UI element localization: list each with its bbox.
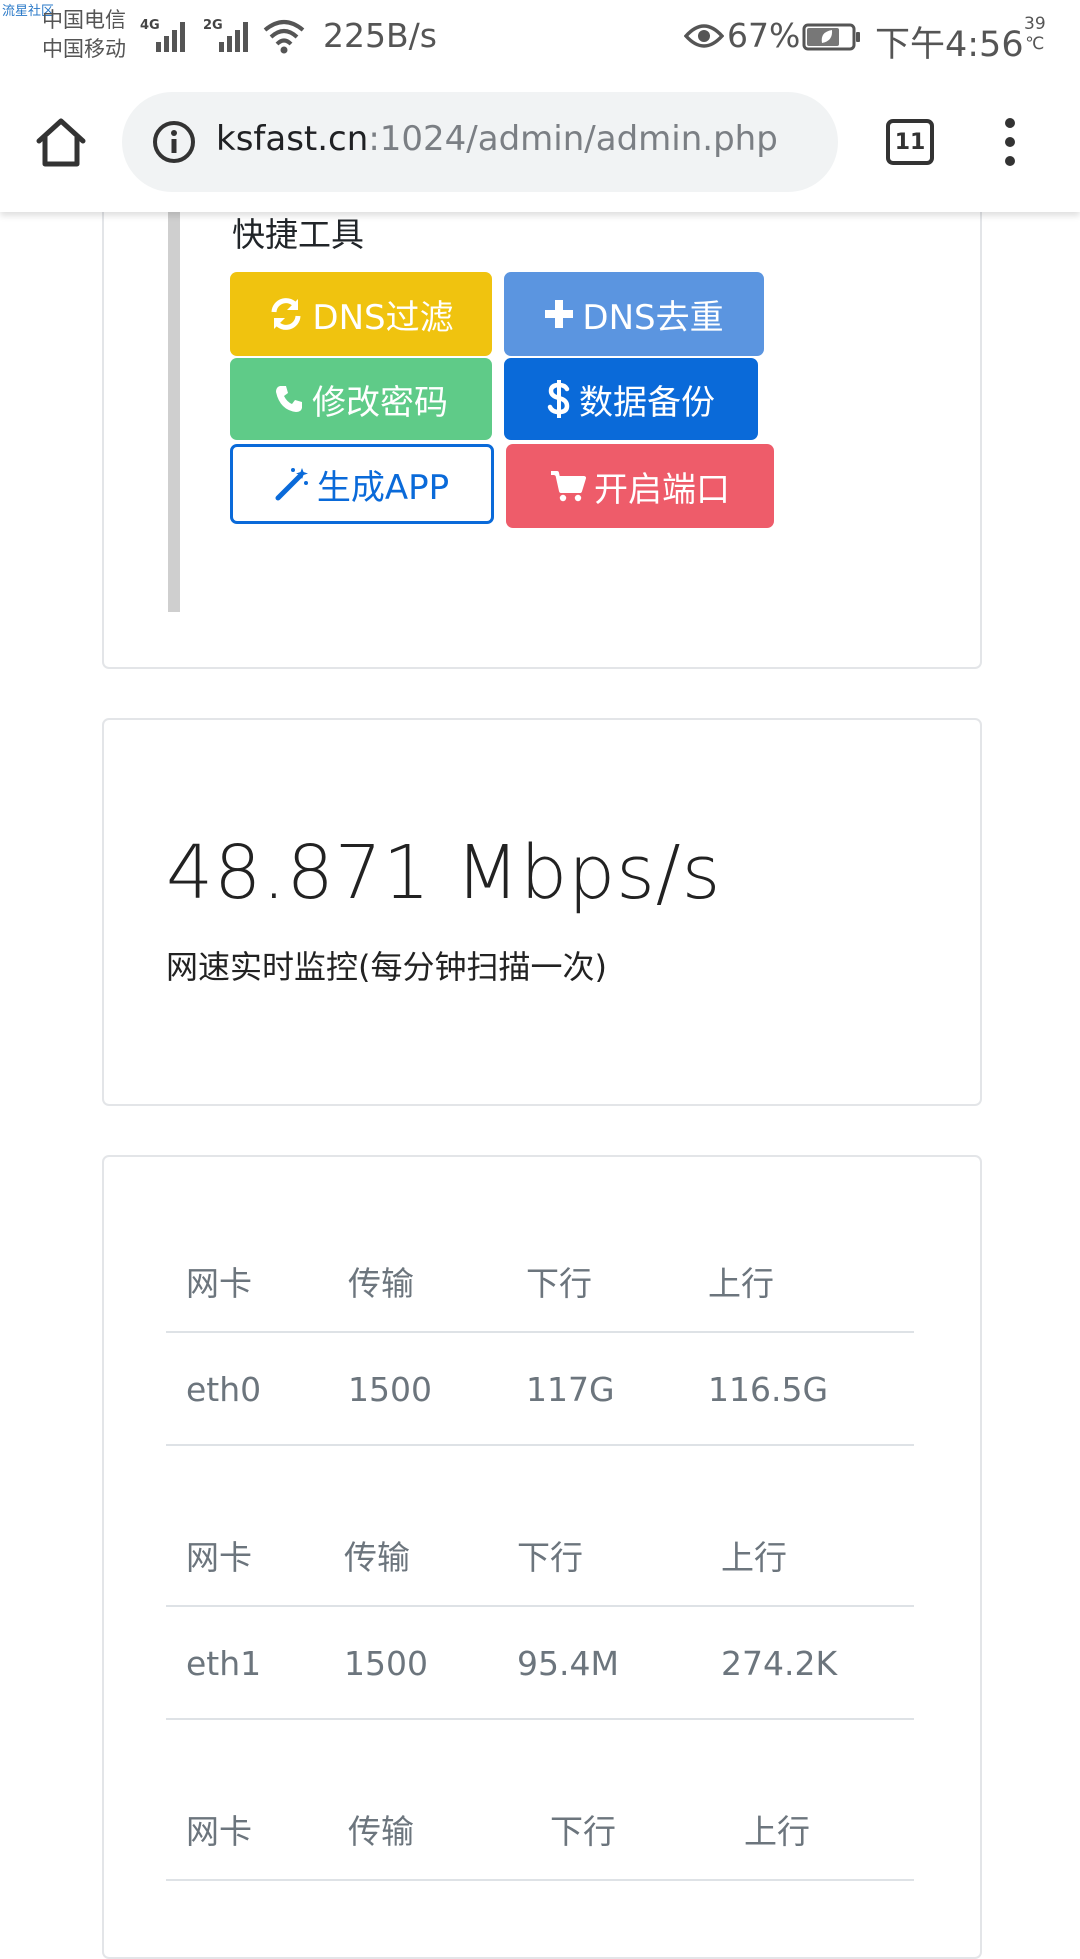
refresh-icon: [271, 298, 301, 330]
carrier-1: 中国电信: [42, 8, 126, 32]
row-divider: [166, 1879, 914, 1881]
header-mtu: 传输: [348, 1812, 414, 1851]
temperature-value: 39: [1024, 14, 1046, 34]
header-down: 下行: [550, 1812, 616, 1851]
row-divider: [166, 1718, 914, 1720]
tab-count: 11: [894, 129, 926, 155]
cell-nic: eth1: [186, 1644, 262, 1683]
row-divider: [166, 1605, 914, 1607]
more-vert-icon[interactable]: [994, 114, 1026, 170]
data-backup-label: 数据备份: [579, 382, 715, 423]
cell-nic: eth0: [186, 1370, 262, 1409]
eye-icon: [684, 24, 724, 48]
network-speed-value: 48.871 Mbps/s: [166, 830, 722, 916]
header-down: 下行: [526, 1264, 592, 1303]
signal-icon-2: [219, 22, 248, 52]
row-divider: [166, 1444, 914, 1446]
dollar-icon: [547, 380, 570, 418]
speed-monitor-card: 48.871 Mbps/s 网速实时监控(每分钟扫描一次): [102, 718, 982, 1106]
header-mtu: 传输: [344, 1538, 410, 1577]
status-bar: 流星社区 中国电信 中国移动 4G 2G 225B/s 67% 下午4:56 3…: [0, 0, 1080, 70]
dns-dedup-button[interactable]: DNS去重: [504, 272, 764, 356]
nic-table-card: 网卡 传输 下行 上行 eth0 1500 117G 116.5G 网卡 传输 …: [102, 1155, 982, 1959]
url-host: ksfast.cn: [216, 119, 369, 159]
change-password-button[interactable]: 修改密码: [230, 358, 492, 440]
url-path: :1024/admin/admin.php: [368, 119, 778, 159]
generate-app-button[interactable]: 生成APP: [230, 444, 494, 524]
tab-switcher-button[interactable]: 11: [886, 119, 934, 165]
quote-bar: [168, 212, 180, 612]
cell-down: 95.4M: [517, 1644, 619, 1683]
table-row: eth0 1500 117G 116.5G: [166, 1334, 914, 1444]
signal-icon-1: [156, 22, 185, 52]
table-header-row: 网卡 传输 下行 上行: [166, 1495, 914, 1605]
cell-up: 274.2K: [721, 1644, 838, 1683]
header-nic: 网卡: [186, 1538, 252, 1577]
cell-mtu: 1500: [348, 1370, 432, 1409]
plus-icon: [545, 300, 574, 328]
cell-down: 117G: [526, 1370, 615, 1409]
clock-time: 下午4:56: [875, 25, 1024, 65]
carrier-2: 中国移动: [42, 37, 126, 61]
cell-mtu: 1500: [344, 1644, 428, 1683]
generate-app-label: 生成APP: [316, 467, 450, 508]
phone-icon: [276, 386, 302, 412]
header-down: 下行: [517, 1538, 583, 1577]
header-up: 上行: [744, 1812, 810, 1851]
cell-up: 116.5G: [708, 1370, 829, 1409]
table-header-row: 网卡 传输 下行 上行: [166, 1221, 914, 1331]
table-row: eth1 1500 95.4M 274.2K: [166, 1608, 914, 1718]
header-nic: 网卡: [186, 1264, 252, 1303]
temperature-unit: ℃: [1025, 34, 1045, 54]
wifi-icon: [263, 20, 305, 54]
url-text[interactable]: ksfast.cn:1024/admin/admin.php: [216, 119, 778, 159]
carrier-names: 中国电信 中国移动: [42, 6, 126, 64]
network-speed: 225B/s: [323, 16, 437, 55]
dns-dedup-label: DNS去重: [582, 297, 724, 338]
open-port-label: 开启端口: [594, 469, 730, 510]
dns-filter-label: DNS过滤: [312, 297, 454, 338]
magic-wand-icon: [275, 468, 308, 501]
address-bar[interactable]: ksfast.cn:1024/admin/admin.php: [122, 92, 838, 192]
battery-percent: 67%: [727, 16, 801, 55]
dns-filter-button[interactable]: DNS过滤: [230, 272, 492, 356]
table-header-row: 网卡 传输 下行 上行: [166, 1769, 914, 1879]
header-up: 上行: [708, 1264, 774, 1303]
data-backup-button[interactable]: 数据备份: [504, 358, 758, 440]
header-mtu: 传输: [348, 1264, 414, 1303]
row-divider: [166, 1331, 914, 1333]
battery-icon: [802, 23, 860, 51]
info-icon[interactable]: [152, 120, 196, 164]
header-nic: 网卡: [186, 1812, 252, 1851]
quick-tools-title: 快捷工具: [232, 215, 364, 254]
change-password-label: 修改密码: [312, 382, 448, 423]
cart-icon: [551, 471, 586, 502]
speed-monitor-caption: 网速实时监控(每分钟扫描一次): [166, 948, 607, 986]
browser-toolbar: ksfast.cn:1024/admin/admin.php 11: [0, 70, 1080, 212]
quick-tools-card: 快捷工具 DNS过滤 DNS去重 修改密码 数据备份 生成APP 开启端口: [102, 150, 982, 669]
open-port-button[interactable]: 开启端口: [506, 444, 774, 528]
temperature: 39 ℃: [1024, 14, 1046, 54]
header-up: 上行: [721, 1538, 787, 1577]
home-icon[interactable]: [34, 116, 88, 170]
